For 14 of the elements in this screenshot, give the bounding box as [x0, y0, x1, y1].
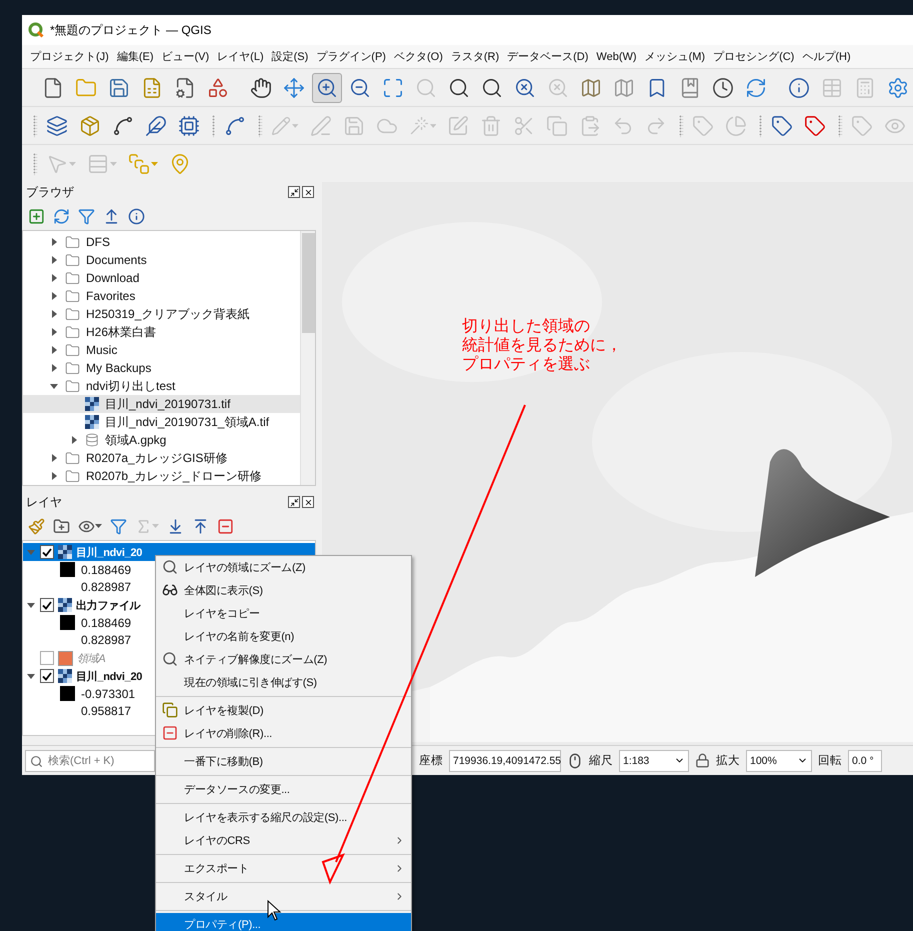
- annotation-text: 切り出した領域の 統計値を見るために， プロパティを選ぶ: [462, 317, 622, 374]
- window-title: *無題のプロジェクト — QGIS: [50, 22, 212, 38]
- magnifier-label: 拡大: [716, 754, 740, 768]
- panel-title: ブラウザ: [26, 184, 74, 200]
- scale-label: 縮尺: [589, 754, 613, 768]
- legend-entry: 0.828987: [80, 632, 132, 649]
- legend-entry: 0.188469: [23, 561, 132, 578]
- legend-entry: -0.973301: [23, 685, 136, 702]
- legend-entry: 0.958817: [80, 703, 132, 720]
- rotation-label: 回転: [818, 754, 842, 768]
- legend-entry: 0.828987: [80, 579, 132, 596]
- legend-entry: 0.188469: [23, 614, 132, 632]
- panel-title: レイヤ: [26, 494, 62, 510]
- coordinate-label: 座標: [419, 754, 443, 768]
